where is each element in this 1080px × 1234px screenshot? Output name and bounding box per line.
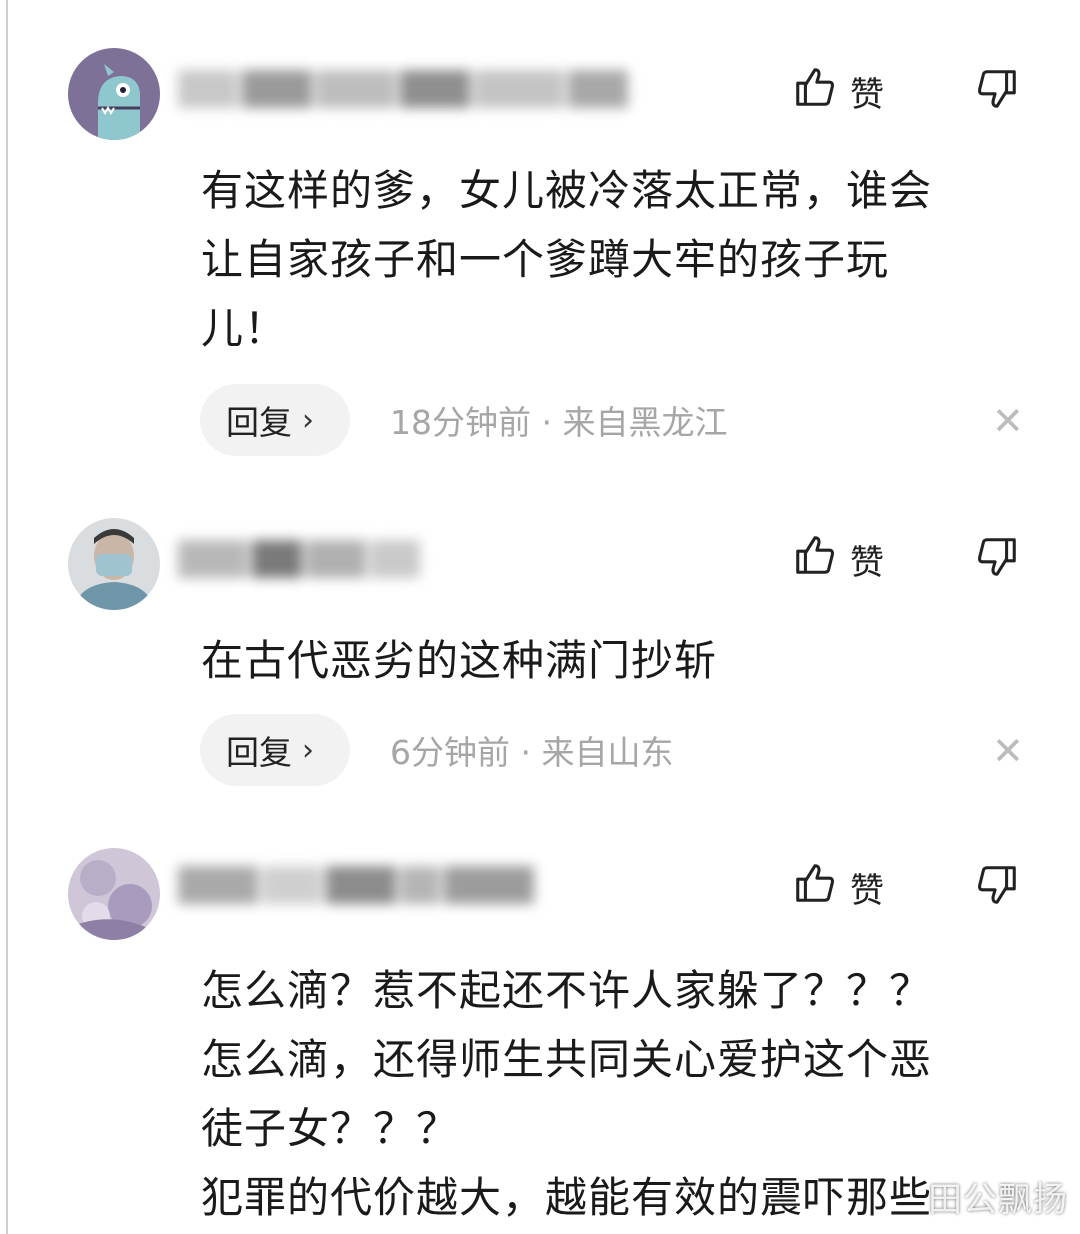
like-button[interactable]: 赞 <box>792 860 884 915</box>
thumbs-up-icon <box>792 64 838 119</box>
comment-text: 在古代恶劣的这种满门抄斩 <box>201 626 1031 695</box>
comment-list: 赞 有这样的爹，女儿被冷落太正常，谁会 让自家孩子和一个爹蹲大牢的孩子玩 儿！ … <box>6 0 1078 1234</box>
dislike-button[interactable] <box>974 862 1020 912</box>
comment-line: 徒子女？？？ <box>201 1104 460 1153</box>
avatar[interactable] <box>68 518 160 610</box>
like-button[interactable]: 赞 <box>792 64 884 119</box>
avatar-flower-image <box>68 848 160 940</box>
avatar-photo-image <box>68 518 160 610</box>
reply-label: 回复 <box>226 403 292 442</box>
like-button[interactable]: 赞 <box>792 532 884 587</box>
comment-line: 怎么滴，还得师生共同关心爱护这个恶 <box>201 1035 933 1084</box>
chevron-right-icon: › <box>302 732 314 768</box>
thumbs-up-icon <box>792 860 838 915</box>
avatar[interactable] <box>68 48 160 140</box>
thumbs-down-icon <box>974 70 1020 116</box>
close-icon[interactable]: ✕ <box>992 732 1024 770</box>
like-label: 赞 <box>850 543 884 583</box>
reply-label: 回复 <box>226 733 292 772</box>
username-blurred[interactable] <box>178 70 628 108</box>
comment-meta: 6分钟前 · 来自山东 <box>390 733 674 772</box>
chevron-right-icon: › <box>302 402 314 438</box>
comment-text: 有这样的爹，女儿被冷落太正常，谁会 让自家孩子和一个爹蹲大牢的孩子玩 儿！ <box>201 156 1031 363</box>
comment-text: 怎么滴？惹不起还不许人家躲了？？？ 怎么滴，还得师生共同关心爱护这个恶 徒子女？… <box>201 956 1031 1232</box>
comment-line: 儿！ <box>201 304 288 353</box>
like-label: 赞 <box>850 75 884 115</box>
close-icon[interactable]: ✕ <box>992 402 1024 440</box>
watermark: 田公飘扬 <box>928 1180 1068 1220</box>
comment-meta: 18分钟前 · 来自黑龙江 <box>390 403 728 442</box>
dislike-button[interactable] <box>974 66 1020 116</box>
comment-line: 让自家孩子和一个爹蹲大牢的孩子玩 <box>201 235 890 284</box>
like-label: 赞 <box>850 871 884 911</box>
comment-line: 怎么滴？惹不起还不许人家躲了？？？ <box>201 966 933 1015</box>
dislike-button[interactable] <box>974 534 1020 584</box>
thumbs-up-icon <box>792 532 838 587</box>
username-blurred[interactable] <box>178 540 420 578</box>
thumbs-down-icon <box>974 538 1020 584</box>
thumbs-down-icon <box>974 866 1020 912</box>
comment-line: 在古代恶劣的这种满门抄斩 <box>201 636 718 685</box>
comment-line: 犯罪的代价越大，越能有效的震吓那些 <box>201 1173 933 1222</box>
reply-button[interactable]: 回复 › <box>200 384 350 456</box>
avatar[interactable] <box>68 848 160 940</box>
reply-button[interactable]: 回复 › <box>200 714 350 786</box>
comment-line: 有这样的爹，女儿被冷落太正常，谁会 <box>201 166 933 215</box>
avatar-monster-image <box>68 48 160 140</box>
username-blurred[interactable] <box>178 866 534 904</box>
